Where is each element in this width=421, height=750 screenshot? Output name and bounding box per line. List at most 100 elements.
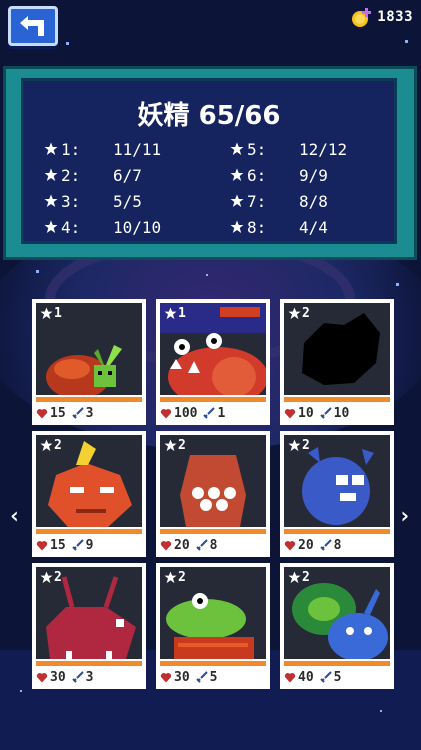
monster-card[interactable]: 2 30 5 — [156, 563, 270, 689]
star-tier-label: 1: — [61, 139, 81, 159]
rarity-stars: 2 — [54, 438, 62, 453]
monster-card[interactable]: 2 30 3 — [32, 563, 146, 689]
star-icon — [230, 168, 244, 181]
heart-icon — [284, 672, 296, 682]
card-stats: 15 9 — [36, 536, 144, 554]
monster-portrait: 2 — [36, 567, 142, 659]
star-tier-count: 5/5 — [113, 191, 142, 211]
rarity-badge: 1 — [164, 306, 186, 321]
star-icon — [164, 307, 177, 320]
star-tier-count: 10/10 — [113, 217, 162, 237]
card-stats: 30 3 — [36, 668, 144, 686]
hp-value: 15 — [50, 405, 66, 421]
heart-icon — [36, 408, 48, 418]
monster-card[interactable]: 2 20 8 — [280, 431, 394, 557]
star-tier-label: 3: — [61, 191, 81, 211]
card-stats: 20 8 — [160, 536, 268, 554]
star-tier-row: 1: 11/11 — [44, 139, 161, 159]
rarity-badge: 2 — [164, 570, 186, 585]
card-stats: 100 1 — [160, 404, 268, 422]
star-icon — [164, 571, 177, 584]
star-icon — [44, 168, 58, 181]
monster-portrait: 1 — [160, 303, 266, 395]
coin-plus-icon[interactable] — [351, 6, 373, 28]
star-tier-label: 4: — [61, 217, 81, 237]
back-arrow-icon — [20, 16, 44, 36]
card-stripe — [284, 397, 390, 402]
rarity-stars: 2 — [178, 438, 186, 453]
star-icon — [164, 439, 177, 452]
monster-card[interactable]: 2 20 8 — [156, 431, 270, 557]
card-stripe — [160, 529, 266, 534]
monster-card[interactable]: 1 100 1 — [156, 299, 270, 425]
star-tier-row: 4: 10/10 — [44, 217, 161, 237]
coin-count: 1833 — [377, 9, 413, 25]
star-tier-row: 2: 6/7 — [44, 165, 142, 185]
sword-icon — [319, 539, 332, 551]
rarity-badge: 2 — [40, 570, 62, 585]
collection-panel-inner: 妖精 65/66 1: 11/11 2: 6/7 3: 5/5 4: 10/10 5: 12/12… — [21, 78, 397, 244]
star-icon — [288, 571, 301, 584]
rarity-badge: 2 — [288, 306, 310, 321]
rarity-stars: 2 — [302, 306, 310, 321]
heart-icon — [36, 672, 48, 682]
card-stripe — [36, 661, 142, 666]
card-stripe — [160, 661, 266, 666]
card-stripe — [160, 397, 266, 402]
back-button[interactable] — [8, 6, 58, 46]
attack-value: 3 — [85, 669, 94, 685]
hp-value: 10 — [298, 405, 314, 421]
card-stripe — [36, 529, 142, 534]
card-stats: 10 10 — [284, 404, 392, 422]
monster-card[interactable]: 2 40 5 — [280, 563, 394, 689]
sword-icon — [71, 671, 84, 683]
star-tier-row: 5: 12/12 — [230, 139, 347, 159]
star-icon — [44, 194, 58, 207]
hp-value: 20 — [298, 537, 314, 553]
star-tier-row: 3: 5/5 — [44, 191, 142, 211]
heart-icon — [160, 672, 172, 682]
star-tier-count: 6/7 — [113, 165, 142, 185]
sword-icon — [203, 407, 216, 419]
rarity-badge: 2 — [288, 438, 310, 453]
monster-card[interactable]: 2 15 9 — [32, 431, 146, 557]
next-page-arrow[interactable]: › — [398, 504, 411, 529]
sword-icon — [195, 671, 208, 683]
monster-portrait: 2 — [160, 567, 266, 659]
hp-value: 15 — [50, 537, 66, 553]
monster-card[interactable]: 1 15 3 — [32, 299, 146, 425]
rarity-badge: 2 — [164, 438, 186, 453]
sword-icon — [71, 407, 84, 419]
star-tier-label: 6: — [247, 165, 267, 185]
hp-value: 40 — [298, 669, 314, 685]
attack-value: 9 — [85, 537, 94, 553]
card-stripe — [284, 529, 390, 534]
heart-icon — [36, 540, 48, 550]
rarity-badge: 1 — [40, 306, 62, 321]
attack-value: 8 — [333, 537, 342, 553]
star-tier-label: 8: — [247, 217, 267, 237]
sword-icon — [319, 407, 332, 419]
monster-portrait: 2 — [160, 435, 266, 527]
monster-card[interactable]: 2 10 10 — [280, 299, 394, 425]
rarity-badge: 2 — [40, 438, 62, 453]
star-icon — [40, 307, 53, 320]
star-tier-count: 11/11 — [113, 139, 162, 159]
star-icon — [230, 194, 244, 207]
star-icon — [288, 439, 301, 452]
collection-title: 妖精 65/66 — [137, 101, 281, 131]
attack-value: 5 — [209, 669, 218, 685]
prev-page-arrow[interactable]: ‹ — [8, 504, 21, 529]
card-stats: 20 8 — [284, 536, 392, 554]
star-tier-label: 7: — [247, 191, 267, 211]
hp-value: 30 — [50, 669, 66, 685]
star-tier-count: 9/9 — [299, 165, 328, 185]
heart-icon — [284, 540, 296, 550]
rarity-stars: 1 — [54, 306, 62, 321]
monster-portrait: 2 — [284, 567, 390, 659]
star-icon — [40, 439, 53, 452]
star-tier-row: 8: 4/4 — [230, 217, 328, 237]
collection-panel: 妖精 65/66 1: 11/11 2: 6/7 3: 5/5 4: 10/10 5: 12/12… — [3, 66, 417, 260]
star-tier-count: 4/4 — [299, 217, 328, 237]
star-icon — [44, 142, 58, 155]
